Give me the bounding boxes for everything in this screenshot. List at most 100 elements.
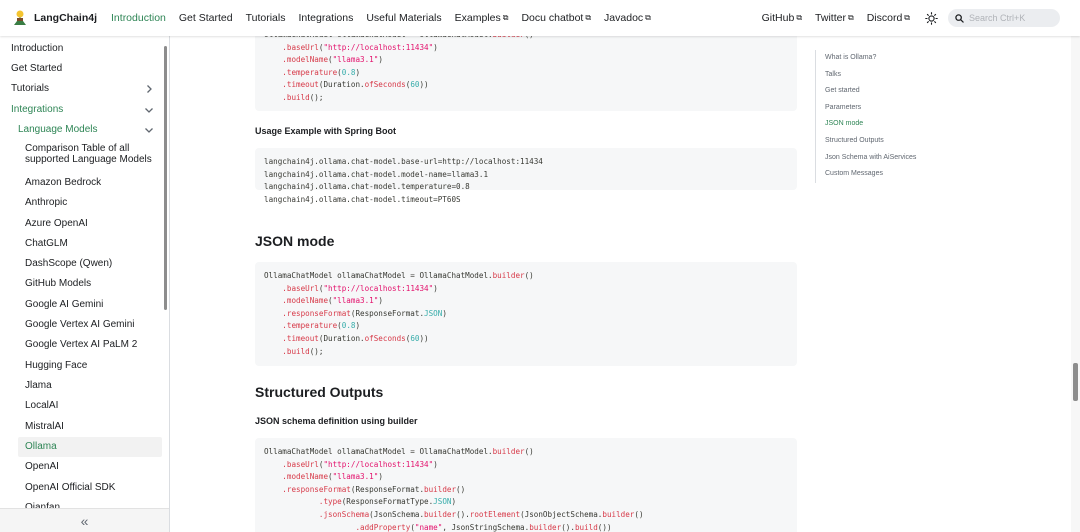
main-content: OllamaChatModel ollamaChatModel = Ollama…: [170, 36, 810, 532]
sidebar-item-github-models[interactable]: GitHub Models: [0, 274, 162, 294]
sidebar-item-azure-openai[interactable]: Azure OpenAI: [0, 214, 162, 234]
sidebar-item-hugging-face[interactable]: Hugging Face: [0, 356, 162, 376]
code-block-builder-top: OllamaChatModel ollamaChatModel = Ollama…: [255, 36, 797, 111]
code-line: .modelName("llama3.1"): [282, 472, 383, 482]
nav-links: Introduction Get Started Tutorials Integ…: [111, 12, 664, 24]
code-line: OllamaChatModel ollamaChatModel = Ollama…: [264, 271, 534, 280]
sidebar-item-language-models[interactable]: Language Models: [0, 120, 162, 140]
sidebar-item-tutorials[interactable]: Tutorials: [0, 79, 162, 99]
code-line: langchain4j.ollama.chat-model.temperatur…: [264, 182, 470, 192]
nav-link-javadoc-label: Javadoc: [604, 12, 644, 24]
navbar: LangChain4j Introduction Get Started Tut…: [0, 0, 1080, 36]
nav-link-twitter[interactable]: Twitter ⧉: [815, 12, 854, 24]
sidebar: Introduction Get Started Tutorials Integ…: [0, 36, 170, 532]
nav-link-discord[interactable]: Discord ⧉: [867, 12, 910, 24]
sidebar-item-google-vertex-ai-palm2[interactable]: Google Vertex AI PaLM 2: [0, 335, 162, 355]
code-line: .baseUrl("http://localhost:11434"): [282, 283, 438, 293]
toc-item-custom-messages[interactable]: Custom Messages: [825, 166, 965, 183]
code-line: .type(ResponseFormatType.JSON): [318, 497, 457, 507]
search-placeholder: Search Ctrl+K: [969, 13, 1026, 23]
nav-link-get-started[interactable]: Get Started: [179, 12, 233, 24]
sidebar-item-jlama[interactable]: Jlama: [0, 376, 162, 396]
code-line: .temperature(0.8): [282, 67, 361, 77]
sidebar-item-dashscope[interactable]: DashScope (Qwen): [0, 254, 162, 274]
langchain4j-logo-icon: [11, 9, 29, 27]
nav-link-github-label: GitHub: [761, 12, 795, 24]
collapse-sidebar-button[interactable]: «: [0, 508, 169, 532]
code-line: .responseFormat(ResponseFormat.JSON): [282, 308, 447, 318]
external-link-icon: ⧉: [904, 13, 910, 22]
sidebar-item-localai[interactable]: LocalAI: [0, 396, 162, 416]
sidebar-item-integrations-label: Integrations: [11, 104, 64, 115]
sidebar-scrollbar-thumb[interactable]: [164, 46, 167, 310]
page-scrollbar-thumb[interactable]: [1073, 363, 1078, 401]
nav-link-javadoc[interactable]: Javadoc ⧉: [604, 12, 651, 24]
sidebar-item-comparison-table[interactable]: Comparison Table of all supported Langua…: [0, 143, 162, 169]
brand-name: LangChain4j: [34, 12, 98, 24]
sidebar-item-integrations[interactable]: Integrations: [0, 100, 162, 120]
nav-link-github[interactable]: GitHub ⧉: [762, 12, 802, 24]
nav-link-discord-label: Discord: [866, 12, 903, 24]
toc-item-what-is-ollama[interactable]: What is Ollama?: [825, 50, 965, 67]
code-line: .modelName("llama3.1"): [282, 55, 383, 65]
sidebar-item-google-ai-gemini[interactable]: Google AI Gemini: [0, 295, 162, 315]
search-box[interactable]: Search Ctrl+K: [948, 9, 1060, 27]
code-line: langchain4j.ollama.chat-model.timeout=PT…: [264, 194, 461, 204]
double-chevron-left-icon: «: [80, 512, 89, 529]
external-link-icon: ⧉: [585, 13, 592, 22]
sidebar-item-introduction[interactable]: Introduction: [0, 39, 162, 59]
heading-structured-outputs: Structured Outputs: [255, 384, 384, 400]
heading-json-schema-builder: JSON schema definition using builder: [255, 416, 418, 426]
toc-item-parameters[interactable]: Parameters: [825, 100, 965, 117]
nav-link-twitter-label: Twitter: [815, 12, 846, 24]
sidebar-item-mistralai[interactable]: MistralAI: [0, 417, 162, 437]
brand-link[interactable]: LangChain4j: [11, 9, 97, 27]
toc-item-json-schema-aiservices[interactable]: Json Schema with AiServices: [825, 150, 965, 167]
navbar-right: GitHub ⧉ Twitter ⧉ Discord ⧉ Search Ctrl+K: [762, 0, 1080, 36]
chevron-down-icon[interactable]: [144, 105, 154, 115]
chevron-down-icon[interactable]: [144, 125, 154, 135]
nav-link-examples[interactable]: Examples ⧉: [455, 12, 509, 24]
sidebar-item-tutorials-label: Tutorials: [11, 83, 49, 94]
code-line: .baseUrl("http://localhost:11434"): [282, 42, 438, 52]
code-line: OllamaChatModel ollamaChatModel = Ollama…: [264, 447, 534, 456]
nav-link-examples-label: Examples: [454, 12, 501, 24]
sun-icon: [924, 11, 938, 25]
sidebar-item-chatglm[interactable]: ChatGLM: [0, 234, 162, 254]
external-link-icon: ⧉: [502, 13, 509, 22]
code-line: langchain4j.ollama.chat-model.base-url=h…: [264, 157, 543, 166]
nav-link-introduction[interactable]: Introduction: [111, 12, 166, 24]
toc-item-get-started[interactable]: Get started: [825, 83, 965, 100]
code-line: .timeout(Duration.ofSeconds(60)): [282, 80, 429, 90]
nav-link-integrations[interactable]: Integrations: [298, 12, 353, 24]
nav-link-useful-materials[interactable]: Useful Materials: [366, 12, 441, 24]
sidebar-item-get-started[interactable]: Get Started: [0, 59, 162, 79]
code-line: .responseFormat(ResponseFormat.builder(): [282, 484, 466, 494]
toc-item-json-mode[interactable]: JSON mode: [825, 116, 965, 133]
nav-link-tutorials[interactable]: Tutorials: [246, 12, 286, 24]
sidebar-item-amazon-bedrock[interactable]: Amazon Bedrock: [0, 173, 162, 193]
code-line: .temperature(0.8): [282, 321, 361, 331]
sidebar-item-openai-official-sdk[interactable]: OpenAI Official SDK: [0, 478, 162, 498]
external-link-icon: ⧉: [847, 13, 854, 22]
code-line: .addProperty("name", JsonStringSchema.bu…: [355, 522, 612, 532]
heading-json-mode: JSON mode: [255, 233, 335, 249]
chevron-right-icon[interactable]: [144, 84, 154, 94]
search-icon: [955, 13, 964, 23]
theme-toggle-button[interactable]: [923, 10, 939, 26]
external-link-icon: ⧉: [645, 13, 651, 22]
sidebar-item-google-vertex-ai-gemini[interactable]: Google Vertex AI Gemini: [0, 315, 162, 335]
toc-item-talks[interactable]: Talks: [825, 67, 965, 84]
code-block-spring-properties: langchain4j.ollama.chat-model.base-url=h…: [255, 148, 797, 204]
nav-link-docu-chatbot-label: Docu chatbot: [521, 12, 584, 24]
code-line: .baseUrl("http://localhost:11434"): [282, 459, 438, 469]
nav-link-docu-chatbot[interactable]: Docu chatbot ⧉: [521, 12, 591, 24]
code-block-json-mode: OllamaChatModel ollamaChatModel = Ollama…: [255, 262, 797, 366]
sidebar-item-anthropic[interactable]: Anthropic: [0, 193, 162, 213]
toc-item-structured-outputs[interactable]: Structured Outputs: [825, 133, 965, 150]
sidebar-item-ollama[interactable]: Ollama: [18, 437, 162, 457]
table-of-contents: What is Ollama? Talks Get started Parame…: [815, 50, 965, 183]
sidebar-item-openai[interactable]: OpenAI: [0, 457, 162, 477]
page-scrollbar[interactable]: [1071, 36, 1080, 532]
sidebar-item-language-models-label: Language Models: [18, 124, 98, 135]
